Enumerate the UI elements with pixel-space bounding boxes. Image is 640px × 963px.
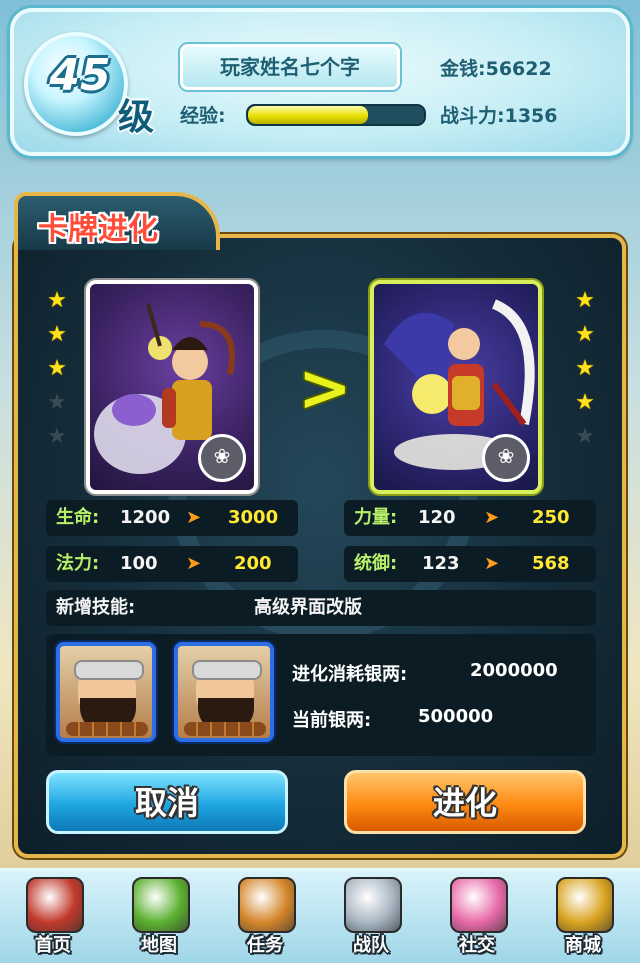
shop-icon [556, 877, 614, 933]
nav-quest-label: 任务 [247, 935, 283, 956]
home-icon [26, 877, 84, 933]
star-icon: ★ [575, 390, 595, 415]
stat-strength-from: 120 [418, 507, 456, 528]
nav-shop-label: 商城 [565, 935, 601, 956]
level-number: 45 [49, 50, 111, 101]
nav-home[interactable]: 首页 [0, 871, 106, 963]
exp-bar-fill [248, 106, 368, 124]
nav-team-label: 战队 [353, 935, 389, 956]
arrow-icon: ➤ [186, 507, 202, 528]
stat-command-to: 568 [532, 553, 570, 574]
star-icon: ★ [47, 356, 67, 381]
evolved-card[interactable]: ❀ [370, 280, 542, 494]
arrow-icon: ➤ [484, 553, 500, 574]
player-name[interactable]: 玩家姓名七个字 [180, 44, 400, 90]
bead-necklace [184, 722, 266, 736]
stat-mana-row: 法力: 100 ➤ 200 [46, 546, 298, 582]
bottom-nav: 首页 地图 任务 战队 社交 商城 [0, 868, 640, 963]
map-icon [132, 877, 190, 933]
new-skill-value: 高级界面改版 [254, 597, 362, 618]
level-unit: 级 [118, 97, 155, 138]
stat-hp-label: 生命: [56, 507, 100, 528]
stat-hp-row: 生命: 1200 ➤ 3000 [46, 500, 298, 536]
cancel-button[interactable]: 取消 [46, 770, 288, 834]
lotus-icon: ❀ [198, 434, 246, 482]
stat-hp-from: 1200 [120, 507, 171, 528]
star-icon: ★ [47, 390, 67, 415]
cost-current-value: 500000 [418, 706, 494, 727]
star-icon: ★ [47, 288, 67, 313]
lotus-icon: ❀ [482, 434, 530, 482]
bead-necklace [66, 722, 148, 736]
star-icon: ★ [575, 356, 595, 381]
material-card-2[interactable] [174, 642, 274, 742]
handshake-icon [450, 877, 508, 933]
cost-consume-value: 2000000 [470, 660, 558, 681]
stat-command-label: 统御: [354, 553, 398, 574]
power-label: 战斗力:1356 [440, 105, 558, 127]
gold-label: 金钱:56622 [440, 58, 552, 80]
new-skill-row: 新增技能: 高级界面改版 [46, 590, 596, 626]
stat-strength-label: 力量: [354, 507, 398, 528]
material-card-1[interactable] [56, 642, 156, 742]
stat-mana-to: 200 [234, 553, 272, 574]
nav-shop[interactable]: 商城 [530, 871, 636, 963]
stat-strength-to: 250 [532, 507, 570, 528]
stat-mana-from: 100 [120, 553, 158, 574]
stat-command-row: 统御: 123 ➤ 568 [344, 546, 596, 582]
nav-map[interactable]: 地图 [106, 871, 212, 963]
evolve-arrow-icon: > [298, 352, 352, 426]
star-icon: ★ [47, 424, 67, 449]
cost-consume-label: 进化消耗银两: [292, 664, 408, 685]
nav-social[interactable]: 社交 [424, 871, 530, 963]
panel-title: 卡牌进化 [38, 212, 158, 247]
swords-icon [344, 877, 402, 933]
nav-social-label: 社交 [459, 935, 495, 956]
star-icon: ★ [575, 288, 595, 313]
star-icon: ★ [47, 322, 67, 347]
nav-quest[interactable]: 任务 [212, 871, 318, 963]
exp-bar [246, 104, 426, 126]
headband [74, 660, 144, 680]
headband [192, 660, 262, 680]
stat-command-from: 123 [422, 553, 460, 574]
new-skill-label: 新增技能: [56, 597, 136, 618]
star-icon: ★ [575, 424, 595, 449]
stat-mana-label: 法力: [56, 553, 100, 574]
arrow-icon: ➤ [484, 507, 500, 528]
nav-team[interactable]: 战队 [318, 871, 424, 963]
stat-strength-row: 力量: 120 ➤ 250 [344, 500, 596, 536]
exp-label: 经验: [180, 105, 226, 127]
cost-current-label: 当前银两: [292, 710, 372, 731]
star-icon: ★ [575, 322, 595, 347]
quest-icon [238, 877, 296, 933]
current-card[interactable]: ❀ [86, 280, 258, 494]
evolve-button[interactable]: 进化 [344, 770, 586, 834]
arrow-icon: ➤ [186, 553, 202, 574]
nav-home-label: 首页 [35, 935, 71, 956]
stat-hp-to: 3000 [228, 507, 279, 528]
nav-map-label: 地图 [141, 935, 177, 956]
